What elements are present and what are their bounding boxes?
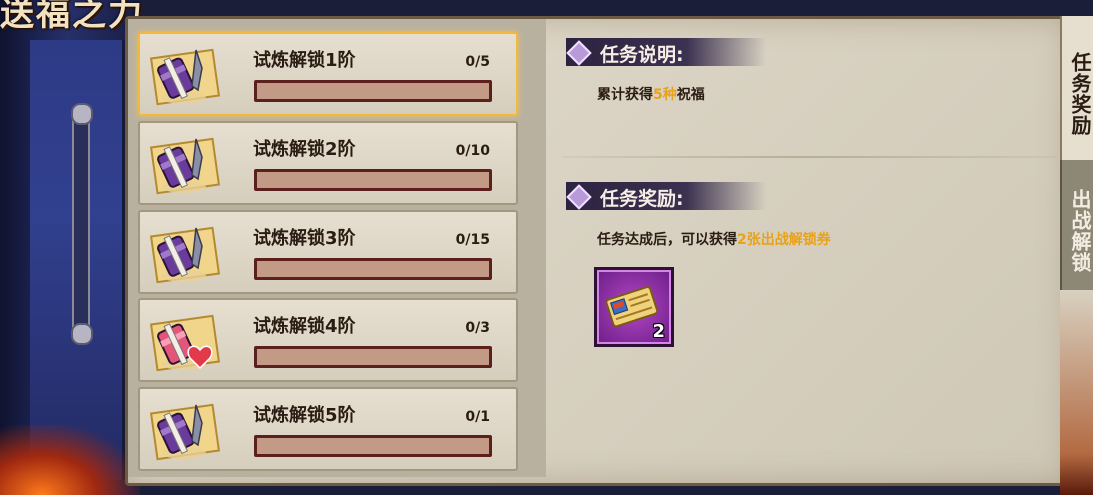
task-name: 试炼解锁5阶 <box>253 405 356 426</box>
task-progress-bar <box>254 258 492 280</box>
diamond-icon <box>566 40 592 66</box>
task-progress-bar <box>254 169 492 191</box>
task-progress-count: 0/10 <box>455 143 490 159</box>
reward-text: 任务达成后，可以获得2张出战解锁券 <box>597 229 831 249</box>
description-text: 累计获得5种祝福 <box>597 84 705 104</box>
description-highlight: 5种 <box>653 87 677 103</box>
purple-scroll-kunai-icon <box>148 131 226 195</box>
tab-task-reward[interactable]: 任务奖励 <box>1060 16 1093 172</box>
description-heading: 任务说明: <box>600 44 684 66</box>
reward-heading: 任务奖励: <box>600 188 684 210</box>
task-progress-count: 0/3 <box>465 320 490 336</box>
task-card[interactable]: 试炼解锁4阶 0/3 <box>138 298 518 382</box>
pink-scroll-heart-icon <box>148 308 226 372</box>
diamond-icon <box>566 184 592 210</box>
task-progress-bar <box>254 346 492 368</box>
reward-ribbon: 任务奖励: <box>566 182 766 210</box>
section-divider <box>562 156 1057 158</box>
purple-scroll-kunai-icon <box>148 397 226 461</box>
right-edge-decoration <box>1060 290 1093 495</box>
task-card[interactable]: 试炼解锁1阶 0/5 <box>138 32 518 116</box>
fire-glow <box>0 425 140 495</box>
task-progress-bar <box>254 435 492 457</box>
reward-text-highlight: 2张出战解锁券 <box>737 232 831 248</box>
scrollbar-bottom-knob[interactable] <box>71 323 93 345</box>
scrollbar-top-knob[interactable] <box>71 103 93 125</box>
task-name: 试炼解锁2阶 <box>253 139 356 160</box>
purple-scroll-kunai-icon <box>148 220 226 284</box>
description-ribbon: 任务说明: <box>566 38 766 66</box>
description-pre: 累计获得 <box>597 87 653 103</box>
task-progress-count: 0/1 <box>465 409 490 425</box>
task-name: 试炼解锁1阶 <box>253 50 356 71</box>
task-progress-count: 0/5 <box>465 54 490 70</box>
task-name: 试炼解锁3阶 <box>253 228 356 249</box>
reward-quantity: 2 <box>652 321 665 342</box>
task-name: 试炼解锁4阶 <box>253 316 356 337</box>
purple-scroll-kunai-icon <box>148 42 226 106</box>
tab-battle-unlock[interactable]: 出战解锁 <box>1060 160 1093 302</box>
task-card[interactable]: 试炼解锁5阶 0/1 <box>138 387 518 471</box>
task-progress-bar <box>254 80 492 102</box>
reward-text-pre: 任务达成后，可以获得 <box>597 232 737 248</box>
task-progress-count: 0/15 <box>455 232 490 248</box>
task-card[interactable]: 试炼解锁3阶 0/15 <box>138 210 518 294</box>
reward-item[interactable]: 2 <box>594 267 674 347</box>
scrollbar-track[interactable] <box>72 105 90 344</box>
task-card[interactable]: 试炼解锁2阶 0/10 <box>138 121 518 205</box>
description-post: 祝福 <box>676 87 705 103</box>
left-backdrop <box>0 0 140 495</box>
